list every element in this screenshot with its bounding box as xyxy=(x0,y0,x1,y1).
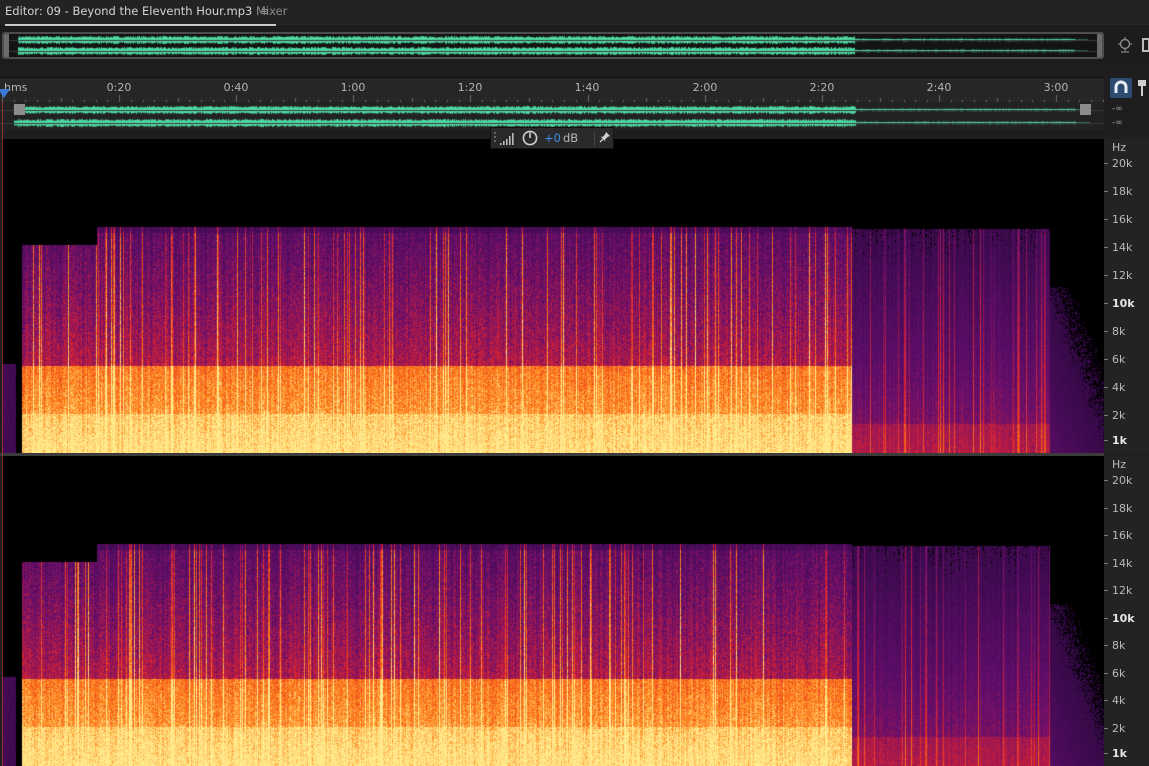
fade-out-handle[interactable] xyxy=(1080,104,1091,115)
volume-unit: dB xyxy=(562,131,579,145)
spectrogram-left-channel[interactable] xyxy=(2,139,1104,453)
frequency-tick xyxy=(1104,728,1108,729)
volume-value-number: +0 xyxy=(544,131,561,145)
frequency-label: 10k xyxy=(1112,611,1135,625)
frequency-unit-label: Hz xyxy=(1112,141,1127,154)
frequency-label: 12k xyxy=(1112,584,1133,598)
frequency-tick xyxy=(1104,331,1108,332)
ruler-tick-label: 3:00 xyxy=(1043,81,1069,94)
frequency-tick xyxy=(1104,753,1108,754)
spectrogram-image xyxy=(2,139,1104,453)
ruler-tick-label: 0:40 xyxy=(223,81,249,94)
frequency-tick xyxy=(1104,535,1108,537)
spectrogram-right-channel[interactable] xyxy=(2,456,1104,766)
frequency-unit-label: Hz xyxy=(1112,458,1127,471)
tab-editor-label: Editor: 09 - Beyond the Eleventh Hour.mp… xyxy=(5,4,253,18)
frequency-label: 18k xyxy=(1112,501,1133,515)
frequency-tick xyxy=(1104,275,1108,276)
overview-left-handle[interactable] xyxy=(4,34,9,57)
frequency-label: 20k xyxy=(1112,474,1133,487)
frequency-tick xyxy=(1104,440,1108,441)
frequency-label: 4k xyxy=(1112,381,1126,394)
frequency-tick xyxy=(1104,359,1108,360)
timeline-ruler[interactable]: hms 0:20 0:40 1:00 1:20 1:40 2:00 2:20 2… xyxy=(0,77,1104,103)
frequency-tick xyxy=(1104,700,1108,702)
frequency-tick xyxy=(1104,415,1108,416)
db-readout-left: -∞ xyxy=(1112,104,1123,114)
playhead-line xyxy=(2,102,3,766)
playhead-handle[interactable] xyxy=(0,89,10,98)
frequency-label: 14k xyxy=(1112,241,1133,254)
frequency-label: 2k xyxy=(1112,722,1126,735)
snap-magnet-icon xyxy=(1114,80,1128,93)
spectrogram-image xyxy=(2,456,1104,766)
ruler-tick-label: 1:20 xyxy=(457,81,483,94)
frequency-tick xyxy=(1104,219,1108,220)
frequency-label: 14k xyxy=(1112,556,1133,570)
overview-waveform xyxy=(4,34,1102,57)
frequency-tick xyxy=(1104,191,1108,192)
waveform-display xyxy=(0,102,1104,130)
frequency-label: 1k xyxy=(1112,747,1127,760)
ruler-tick-label: 0:20 xyxy=(106,81,132,94)
frequency-label: 16k xyxy=(1112,529,1133,543)
volume-hud[interactable]: +0 dB xyxy=(490,127,614,149)
frequency-tick xyxy=(1104,562,1108,564)
frequency-tick xyxy=(1104,645,1108,647)
frequency-label: 8k xyxy=(1112,639,1126,653)
frequency-tick xyxy=(1104,590,1108,592)
frequency-label: 16k xyxy=(1112,213,1133,226)
frequency-tick xyxy=(1104,247,1108,248)
frequency-tick xyxy=(1104,480,1108,481)
hud-divider xyxy=(594,131,595,146)
overview-navigator[interactable] xyxy=(0,28,1149,64)
drag-grip-icon[interactable] xyxy=(493,131,497,145)
panel-tab-bar: Editor: 09 - Beyond the Eleventh Hour.mp… xyxy=(0,0,1149,27)
frequency-tick xyxy=(1104,163,1108,164)
fade-in-handle[interactable] xyxy=(14,104,25,115)
frequency-label: 20k xyxy=(1112,157,1133,170)
frequency-label: 2k xyxy=(1112,409,1126,422)
frequency-tick xyxy=(1104,303,1108,304)
volume-knob-icon[interactable] xyxy=(522,130,538,146)
volume-value[interactable]: +0 dB xyxy=(544,131,578,145)
ruler-tick-label: 1:00 xyxy=(340,81,366,94)
frequency-label: 1k xyxy=(1112,434,1127,447)
frequency-tick xyxy=(1104,672,1108,674)
frequency-label: 12k xyxy=(1112,269,1133,282)
ruler-tick-label: 2:00 xyxy=(692,81,718,94)
ruler-tick-label: 1:40 xyxy=(574,81,600,94)
frequency-label: 18k xyxy=(1112,185,1133,198)
ruler-tick-label: 2:20 xyxy=(809,81,835,94)
overview-zoom-frame[interactable] xyxy=(2,32,1104,59)
frequency-tick xyxy=(1104,387,1108,388)
frequency-label: 8k xyxy=(1112,325,1126,338)
frequency-label: 6k xyxy=(1112,666,1126,680)
tab-editor[interactable]: Editor: 09 - Beyond the Eleventh Hour.mp… xyxy=(5,0,276,26)
marker-icon[interactable] xyxy=(1137,80,1147,96)
snap-button[interactable] xyxy=(1110,78,1132,98)
frequency-label: 6k xyxy=(1112,353,1126,366)
frequency-tick xyxy=(1104,617,1108,619)
ruler-tick-label: 2:40 xyxy=(926,81,952,94)
frequency-tick xyxy=(1104,507,1108,509)
zoom-navigator-icon[interactable] xyxy=(1116,36,1134,54)
frequency-label: 4k xyxy=(1112,694,1126,708)
pin-icon[interactable] xyxy=(599,131,611,145)
overview-right-handle[interactable] xyxy=(1097,34,1102,57)
db-readout-right: -∞ xyxy=(1112,118,1123,128)
panel-toggle-icon[interactable] xyxy=(1142,38,1149,52)
frequency-label: 10k xyxy=(1112,297,1135,310)
level-meter-icon xyxy=(500,133,514,145)
frequency-scale-left[interactable]: Hz 20k 18k 16k 14k 12k 10k 8k 6k 4k 2k 1k xyxy=(1104,139,1149,453)
waveform-strip[interactable] xyxy=(0,102,1104,130)
tab-mixer[interactable]: Mixer xyxy=(256,0,287,26)
frequency-scale-right[interactable]: Hz 20k 18k 16k 14k 12k 10k 8k 6k 4k 2k 1k xyxy=(1104,456,1149,766)
